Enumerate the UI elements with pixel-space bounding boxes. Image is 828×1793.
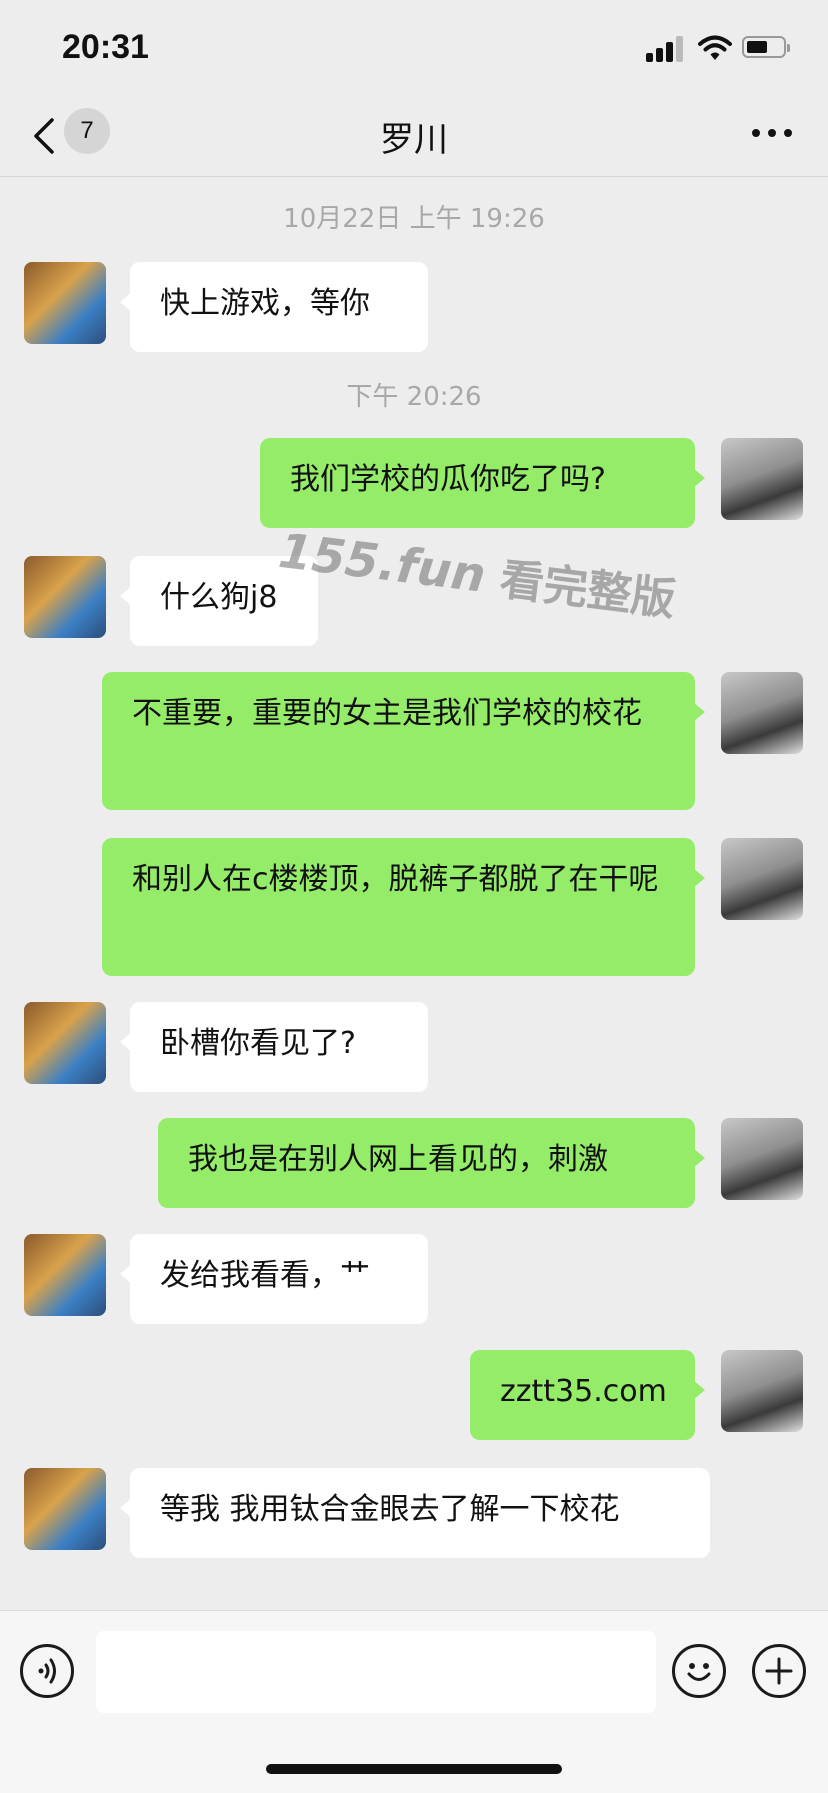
message-bubble-received[interactable]: 发给我看看，艹 [120, 1234, 428, 1324]
friend-avatar[interactable] [24, 1002, 106, 1084]
message-bubble-sent[interactable]: 我们学校的瓜你吃了吗? [260, 438, 705, 528]
my-avatar[interactable] [721, 1118, 803, 1200]
message-bubble-received[interactable]: 卧槽你看见了? [120, 1002, 428, 1092]
nav-bar: 7 罗川 [0, 100, 828, 177]
friend-avatar[interactable] [24, 262, 106, 344]
more-icon[interactable] [750, 118, 794, 148]
chat-title: 罗川 [380, 120, 448, 160]
message-bubble-received[interactable]: 等我 我用钛合金眼去了解一下校花 [120, 1468, 710, 1558]
friend-avatar[interactable] [24, 556, 106, 638]
friend-avatar[interactable] [24, 1468, 106, 1550]
message-bubble-received[interactable]: 快上游戏，等你 [120, 262, 428, 352]
home-indicator [266, 1764, 562, 1774]
message-bubble-sent[interactable]: 和别人在c楼楼顶，脱裤子都脱了在干呢 [102, 838, 705, 976]
emoji-icon[interactable] [672, 1644, 726, 1698]
message-bubble-sent[interactable]: 不重要，重要的女主是我们学校的校花 [102, 672, 705, 810]
message-bubble-sent[interactable]: zztt35.com [470, 1350, 705, 1440]
watermark: 155.fun 看完整版 [276, 516, 680, 628]
signal-icon [646, 34, 686, 62]
my-avatar[interactable] [721, 672, 803, 754]
my-avatar[interactable] [721, 1350, 803, 1432]
voice-icon[interactable] [20, 1644, 74, 1698]
watermark-text: 看完整版 [497, 554, 679, 627]
my-avatar[interactable] [721, 838, 803, 920]
message-input[interactable] [96, 1631, 656, 1713]
message-bubble-sent[interactable]: 我也是在别人网上看见的，刺激 [158, 1118, 705, 1208]
my-avatar[interactable] [721, 438, 803, 520]
timestamp: 下午 20:26 [346, 382, 482, 412]
status-bar: 20:31 [0, 0, 828, 100]
plus-icon[interactable] [752, 1644, 806, 1698]
battery-icon [742, 36, 790, 58]
status-time: 20:31 [62, 28, 149, 66]
wifi-icon [698, 35, 732, 60]
timestamp: 10月22日 上午 19:26 [283, 204, 545, 234]
friend-avatar[interactable] [24, 1234, 106, 1316]
